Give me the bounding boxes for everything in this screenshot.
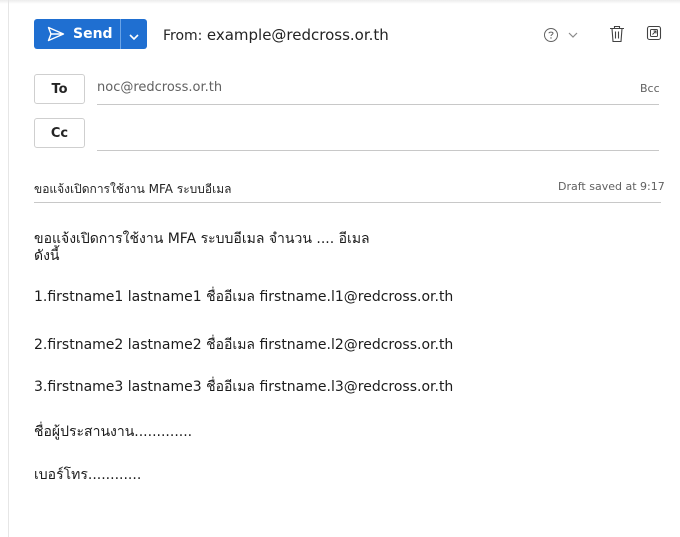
cc-button[interactable]: Cc	[34, 118, 85, 148]
send-button[interactable]: Send	[34, 19, 120, 49]
subject-divider	[34, 202, 661, 203]
to-button[interactable]: To	[34, 74, 85, 104]
body-phone: เบอร์โทร............	[34, 467, 142, 483]
bcc-link[interactable]: Bcc	[640, 82, 660, 95]
send-options-button[interactable]	[121, 19, 147, 49]
chevron-down-icon	[129, 25, 139, 44]
cc-divider	[97, 150, 659, 151]
from-address: example@redcross.or.th	[206, 26, 389, 44]
chevron-down-icon[interactable]	[567, 29, 579, 41]
from-prefix: From:	[163, 28, 203, 44]
to-field[interactable]: noc@redcross.or.th	[97, 80, 222, 95]
send-icon	[47, 26, 65, 42]
body-list-item-1: 1.firstname1 lastname1 ชื่ออีเมล firstna…	[34, 289, 454, 305]
body-line-as-follows: ดังนี้	[34, 248, 60, 264]
body-list-item-3: 3.firstname3 lastname3 ชื่ออีเมล firstna…	[34, 379, 454, 395]
help-shield-icon[interactable]	[542, 26, 560, 44]
body-list-item-2: 2.firstname2 lastname2 ชื่ออีเมล firstna…	[34, 337, 454, 353]
trash-icon[interactable]	[608, 24, 626, 44]
subject-field[interactable]: ขอแจ้งเปิดการใช้งาน MFA ระบบอีเมล	[34, 180, 232, 199]
send-split-button: Send	[34, 19, 147, 49]
body-line-intro: ขอแจ้งเปิดการใช้งาน MFA ระบบอีเมล จำนวน …	[34, 231, 370, 247]
draft-status: Draft saved at 9:17	[558, 180, 665, 193]
send-label: Send	[73, 26, 113, 42]
popout-icon[interactable]	[645, 24, 663, 42]
from-selector[interactable]: From: example@redcross.or.th	[163, 26, 389, 44]
to-divider	[97, 104, 659, 105]
body-coordinator: ชื่อผู้ประสานงาน.............	[34, 424, 193, 440]
